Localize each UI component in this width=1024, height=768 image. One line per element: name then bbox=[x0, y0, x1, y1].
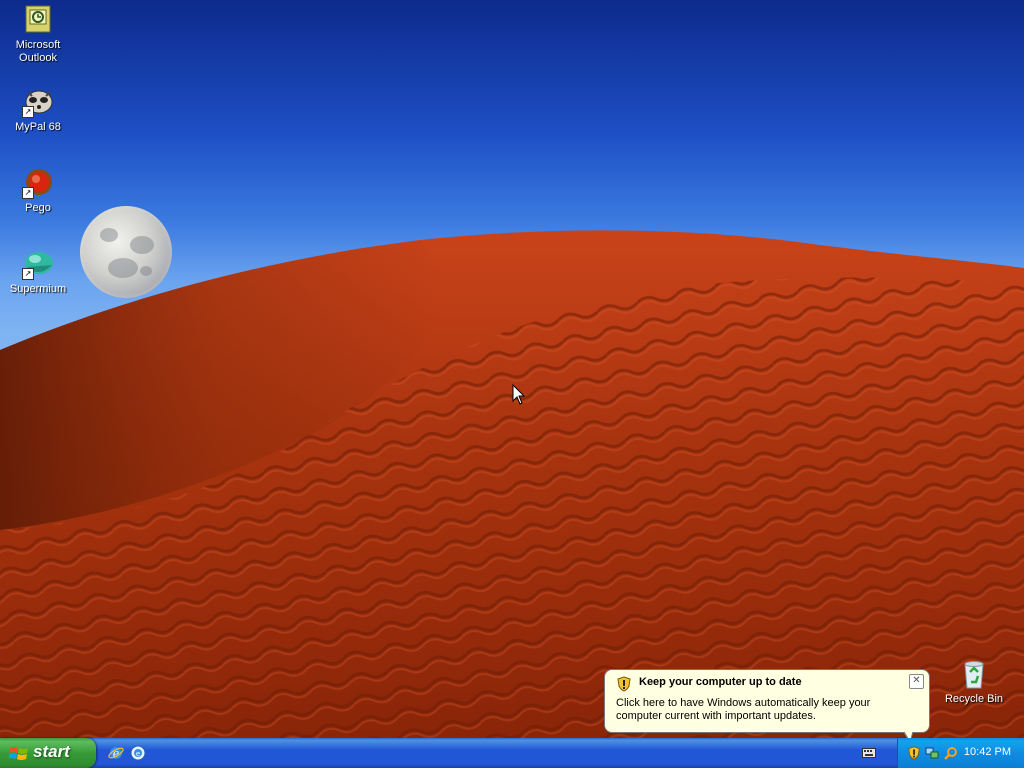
supermium-icon: ↗ bbox=[22, 248, 54, 280]
taskbar-clock[interactable]: 10:42 PM bbox=[964, 746, 1011, 758]
desktop[interactable]: Microsoft Outlook ↗ MyPal 68 ↗ Pego ↗ Su… bbox=[0, 0, 1024, 738]
desktop-icon-recycle-bin[interactable]: Recycle Bin bbox=[936, 658, 1012, 706]
security-shield-icon[interactable] bbox=[907, 746, 921, 760]
recycle-bin-icon bbox=[958, 658, 990, 690]
shortcut-arrow-icon: ↗ bbox=[22, 106, 34, 118]
start-button[interactable]: start bbox=[0, 738, 96, 768]
moon bbox=[80, 206, 172, 298]
desktop-icon-label: Microsoft Outlook bbox=[15, 39, 61, 64]
show-desktop-icon[interactable]: e bbox=[130, 745, 146, 761]
keyboard-icon[interactable] bbox=[862, 747, 876, 759]
desktop-icon-mypal[interactable]: ↗ MyPal 68 bbox=[0, 86, 76, 134]
security-shield-icon bbox=[617, 676, 631, 692]
desktop-icon-pego[interactable]: ↗ Pego bbox=[0, 167, 76, 215]
balloon-title: Keep your computer up to date bbox=[639, 676, 802, 688]
desktop-icon-supermium[interactable]: ↗ Supermium bbox=[0, 248, 76, 296]
desktop-icon-label: MyPal 68 bbox=[15, 121, 61, 133]
desktop-icon-label: Pego bbox=[25, 202, 51, 214]
update-notification-balloon[interactable]: Keep your computer up to date ✕ Click he… bbox=[604, 669, 930, 733]
mouse-cursor-icon bbox=[512, 384, 526, 405]
shortcut-arrow-icon: ↗ bbox=[22, 268, 34, 280]
desert-dune-wallpaper bbox=[0, 230, 1024, 738]
network-icon[interactable] bbox=[925, 746, 939, 760]
internet-explorer-icon[interactable]: e bbox=[108, 745, 124, 761]
balloon-message[interactable]: Click here to have Windows automatically… bbox=[616, 697, 916, 723]
taskbar: start e e 10:42 PM bbox=[0, 738, 1024, 768]
desktop-icon-outlook[interactable]: Microsoft Outlook bbox=[0, 4, 76, 65]
outlook-icon bbox=[22, 4, 54, 36]
svg-text:e: e bbox=[136, 750, 140, 758]
shortcut-arrow-icon: ↗ bbox=[22, 187, 34, 199]
start-label: start bbox=[33, 742, 70, 761]
balloon-close-button[interactable]: ✕ bbox=[909, 674, 924, 689]
search-icon[interactable] bbox=[944, 746, 958, 760]
mypal-icon: ↗ bbox=[22, 86, 54, 118]
desktop-icon-label: Recycle Bin bbox=[944, 693, 1004, 705]
desktop-icon-label: Supermium bbox=[9, 283, 67, 295]
windows-logo-icon bbox=[9, 747, 28, 760]
system-tray: 10:42 PM bbox=[897, 738, 1024, 768]
pego-icon: ↗ bbox=[22, 167, 54, 199]
